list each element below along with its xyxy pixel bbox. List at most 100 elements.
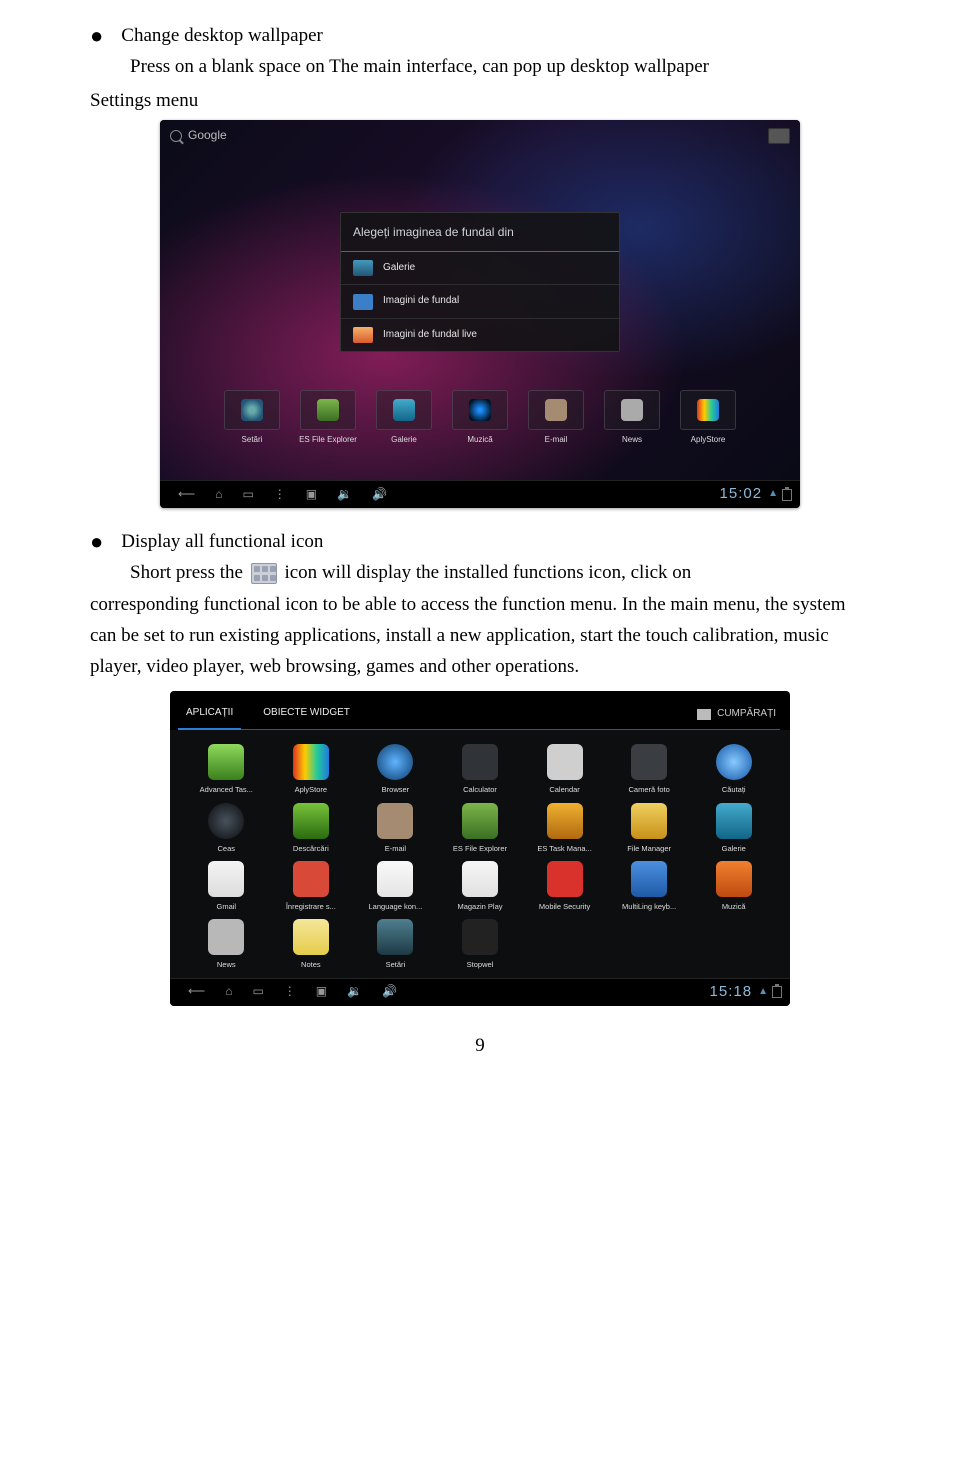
short-press-pre: Short press the: [130, 562, 243, 583]
app-label: Mobile Security: [524, 901, 605, 913]
app-item[interactable]: Calendar: [524, 744, 605, 796]
app-icon: [462, 744, 498, 780]
app-icon: [208, 861, 244, 897]
settings-menu-label: Settings menu: [90, 85, 870, 116]
app-icon: [293, 803, 329, 839]
mail-icon: [545, 399, 567, 421]
app-label: Language kon...: [355, 901, 436, 913]
search-placeholder: Google: [188, 126, 227, 146]
shop-button[interactable]: CUMPĂRAȚI: [697, 706, 776, 723]
live-wallpaper-icon: [353, 327, 373, 343]
app-label: ES Task Mana...: [524, 843, 605, 855]
app-item[interactable]: Înregistrare s...: [271, 861, 352, 913]
app-item[interactable]: Language kon...: [355, 861, 436, 913]
heading-display-icons: Display all functional icon: [121, 526, 323, 557]
app-label: Stopwel: [440, 959, 521, 971]
app-item[interactable]: Descărcări: [271, 803, 352, 855]
dock-item-email[interactable]: E-mail: [523, 390, 589, 446]
app-label: Cameră foto: [609, 784, 690, 796]
app-icon: [547, 803, 583, 839]
tab-widgets[interactable]: OBIECTE WIDGET: [261, 699, 352, 730]
app-icon: [462, 803, 498, 839]
wallpaper-option-live[interactable]: Imagini de fundal live: [341, 319, 619, 352]
app-item[interactable]: Muzică: [693, 861, 774, 913]
app-item[interactable]: Căutați: [693, 744, 774, 796]
app-icon: [377, 861, 413, 897]
wallpaper-option-label: Galerie: [383, 260, 415, 277]
bullet-icon: ●: [90, 25, 103, 47]
search-icon: [170, 130, 182, 142]
volume-up-icon[interactable]: 🔊: [372, 485, 387, 505]
page-number: 9: [90, 1030, 870, 1061]
app-item[interactable]: News: [186, 919, 267, 971]
app-item[interactable]: Setări: [355, 919, 436, 971]
app-label: Înregistrare s...: [271, 901, 352, 913]
app-item[interactable]: Browser: [355, 744, 436, 796]
app-item[interactable]: Calculator: [440, 744, 521, 796]
menu-icon[interactable]: ⋮: [274, 485, 286, 505]
app-item[interactable]: Ceas: [186, 803, 267, 855]
app-item[interactable]: E-mail: [355, 803, 436, 855]
app-icon: [377, 919, 413, 955]
wallpaper-option-fundal[interactable]: Imagini de fundal: [341, 285, 619, 319]
app-item[interactable]: Cameră foto: [609, 744, 690, 796]
app-item[interactable]: Advanced Tas...: [186, 744, 267, 796]
wallpaper-icon: [353, 294, 373, 310]
screenshot-icon[interactable]: ▣: [316, 982, 327, 1002]
app-item[interactable]: Galerie: [693, 803, 774, 855]
recent-icon[interactable]: ▭: [242, 485, 253, 505]
dock-item-es[interactable]: ES File Explorer: [295, 390, 361, 446]
app-item[interactable]: MultiLing keyb...: [609, 861, 690, 913]
volume-up-icon[interactable]: 🔊: [382, 982, 397, 1002]
home-icon[interactable]: ⌂: [215, 485, 222, 505]
app-label: Setări: [355, 959, 436, 971]
heading1-description: Press on a blank space on The main inter…: [130, 51, 870, 82]
back-icon[interactable]: ⟵: [178, 485, 195, 505]
tablet-screenshot-apps: APLICAȚII OBIECTE WIDGET CUMPĂRAȚI Advan…: [170, 691, 790, 1006]
app-label: Muzică: [693, 901, 774, 913]
functional-icon-paragraph: corresponding functional icon to be able…: [90, 589, 870, 683]
app-icon: [631, 803, 667, 839]
nav-bar: ⟵ ⌂ ▭ ⋮ ▣ 🔉 🔊 15:02 ▲: [160, 480, 800, 508]
app-item[interactable]: Magazin Play: [440, 861, 521, 913]
screenshot-icon[interactable]: ▣: [306, 485, 317, 505]
wallpaper-dialog-title: Alegeți imaginea de fundal din: [341, 213, 619, 252]
dock-item-aply[interactable]: AplyStore: [675, 390, 741, 446]
corner-badge: [768, 128, 790, 144]
gallery-icon: [393, 399, 415, 421]
app-item[interactable]: Gmail: [186, 861, 267, 913]
search-bar[interactable]: Google: [160, 120, 800, 148]
home-icon[interactable]: ⌂: [225, 982, 232, 1002]
apps-grid: Advanced Tas...AplyStoreBrowser Calculato…: [170, 730, 790, 978]
menu-icon[interactable]: ⋮: [284, 982, 296, 1002]
app-label: E-mail: [355, 843, 436, 855]
app-icon: [547, 744, 583, 780]
app-icon: [716, 744, 752, 780]
dock-item-muzica[interactable]: Muzică: [447, 390, 513, 446]
app-item[interactable]: Stopwel: [440, 919, 521, 971]
app-item[interactable]: AplyStore: [271, 744, 352, 796]
back-icon[interactable]: ⟵: [188, 982, 205, 1002]
app-item[interactable]: Notes: [271, 919, 352, 971]
tab-aplicatii[interactable]: APLICAȚII: [184, 699, 235, 730]
dock-item-settings[interactable]: Setări: [219, 390, 285, 446]
news-icon: [621, 399, 643, 421]
app-item[interactable]: ES Task Mana...: [524, 803, 605, 855]
app-item[interactable]: File Manager: [609, 803, 690, 855]
app-item[interactable]: Mobile Security: [524, 861, 605, 913]
app-label: Browser: [355, 784, 436, 796]
battery-icon: [782, 489, 792, 501]
app-item[interactable]: ES File Explorer: [440, 803, 521, 855]
dock-item-galerie[interactable]: Galerie: [371, 390, 437, 446]
volume-down-icon[interactable]: 🔉: [347, 982, 362, 1002]
gear-icon: [241, 399, 263, 421]
volume-down-icon[interactable]: 🔉: [337, 485, 352, 505]
app-label: Calendar: [524, 784, 605, 796]
bullet-icon: ●: [90, 531, 103, 553]
app-label: Descărcări: [271, 843, 352, 855]
dock-item-news[interactable]: News: [599, 390, 665, 446]
wallpaper-dialog: Alegeți imaginea de fundal din Galerie I…: [340, 212, 620, 352]
recent-icon[interactable]: ▭: [252, 982, 263, 1002]
short-press-post: icon will display the installed function…: [284, 562, 691, 583]
wallpaper-option-galerie[interactable]: Galerie: [341, 252, 619, 286]
